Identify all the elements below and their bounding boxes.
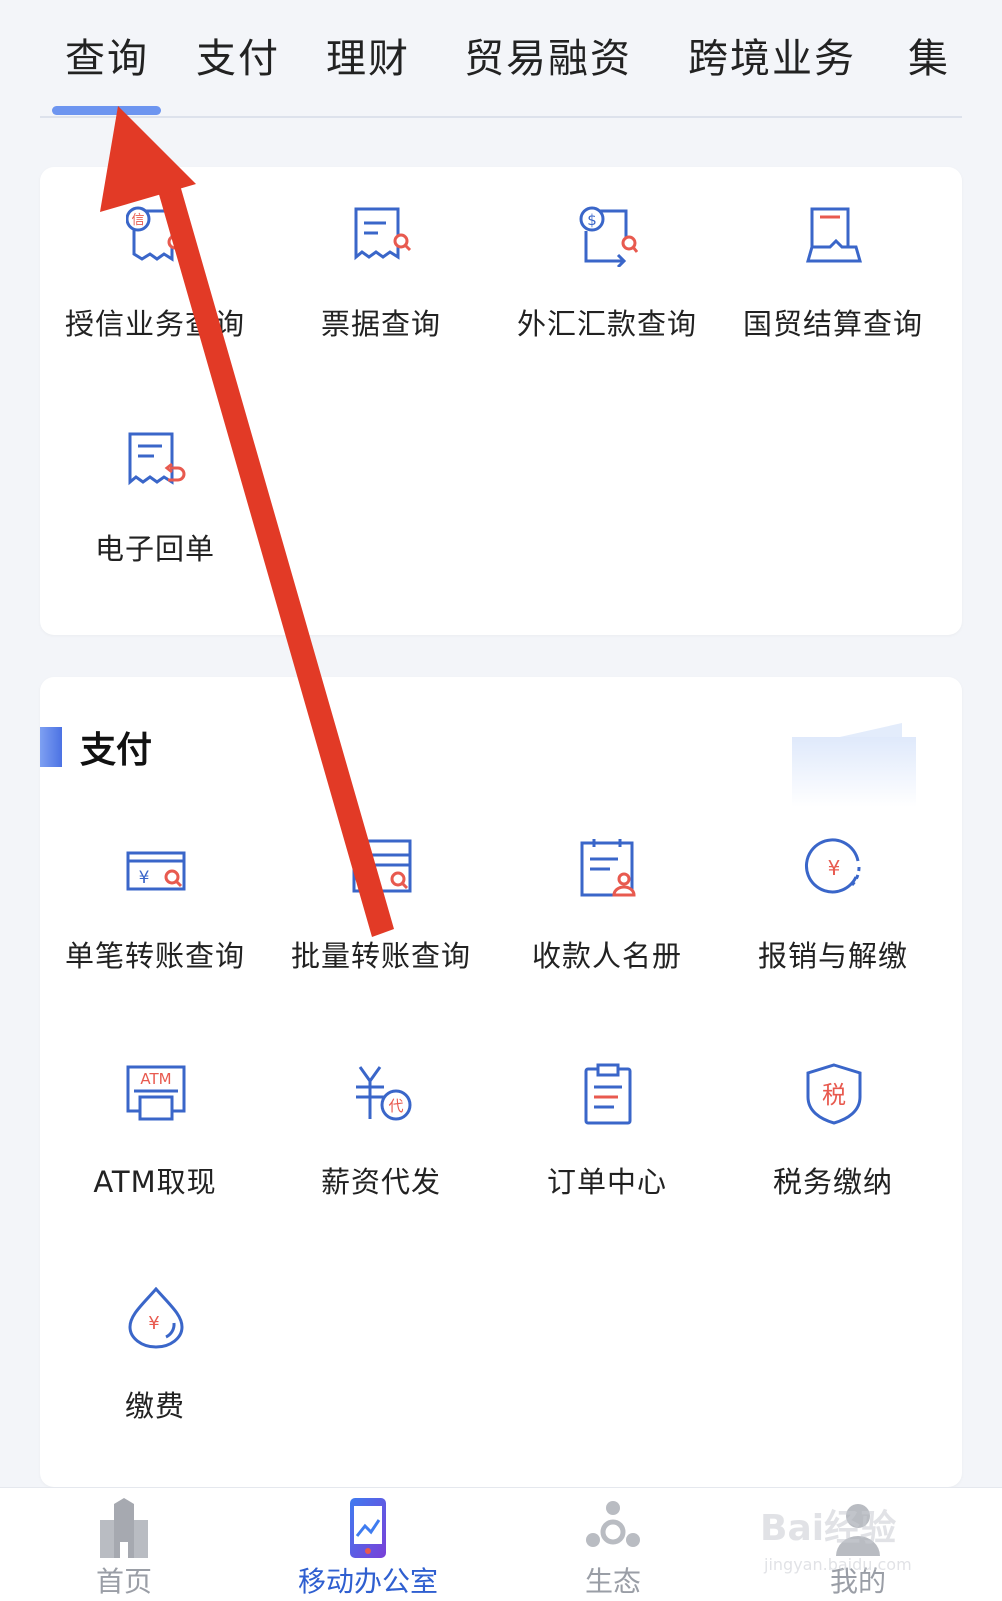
nav-label: 移动办公室 bbox=[297, 1565, 438, 1598]
card-decoration-icon bbox=[792, 723, 916, 807]
tab-payment[interactable]: 支付 bbox=[196, 26, 280, 84]
item-label: 缴费 bbox=[124, 1389, 185, 1423]
order-center-icon bbox=[584, 1063, 632, 1125]
nav-ecosystem[interactable]: 生态 bbox=[523, 1488, 703, 1601]
svg-text:¥: ¥ bbox=[828, 856, 841, 880]
svg-text:¥: ¥ bbox=[148, 1313, 159, 1334]
payroll-icon: 代 bbox=[356, 1066, 412, 1121]
svg-text:$: $ bbox=[587, 211, 597, 229]
svg-text:Bai经验: Bai经验 bbox=[760, 1508, 896, 1549]
tax-icon: 税 bbox=[806, 1063, 862, 1125]
trade-settlement-icon bbox=[806, 207, 862, 263]
item-label: 国贸结算查询 bbox=[742, 307, 923, 341]
query-card: 信 授信业务查询 票据查询 $ 外汇汇款查询 国贸结算查询 电子回单 bbox=[40, 167, 962, 635]
top-tab-bar: 查询 支付 理财 贸易融资 跨境业务 集 bbox=[0, 0, 1002, 118]
nav-home[interactable]: 首页 bbox=[34, 1488, 214, 1601]
item-label: 税务缴纳 bbox=[772, 1165, 893, 1199]
fee-payment-icon: ¥ bbox=[128, 1287, 184, 1349]
nav-label: 首页 bbox=[95, 1565, 152, 1598]
tab-cross-border[interactable]: 跨境业务 bbox=[688, 26, 856, 84]
svg-text:信: 信 bbox=[131, 213, 144, 228]
svg-text:¥: ¥ bbox=[139, 868, 150, 888]
atm-icon: ATM bbox=[126, 1065, 186, 1121]
item-label: 收款人名册 bbox=[531, 939, 682, 973]
baidu-watermark-logo: Bai经验 jingyan.baidu.com bbox=[760, 1508, 912, 1574]
item-label: 授信业务查询 bbox=[64, 307, 245, 341]
active-tab-indicator bbox=[52, 106, 161, 115]
svg-text:ATM: ATM bbox=[140, 1070, 171, 1088]
home-building-icon bbox=[100, 1498, 148, 1558]
payee-list-icon bbox=[580, 839, 636, 897]
section-accent-bar bbox=[40, 727, 62, 767]
ecosystem-icon bbox=[586, 1501, 640, 1547]
item-label: 票据查询 bbox=[320, 307, 441, 341]
item-label: 单笔转账查询 bbox=[64, 939, 245, 973]
e-receipt-icon bbox=[128, 432, 186, 486]
svg-text:代: 代 bbox=[388, 1097, 403, 1115]
nav-label: 生态 bbox=[584, 1565, 641, 1598]
nav-mobile-office[interactable]: 移动办公室 bbox=[278, 1488, 458, 1601]
item-label: 电子回单 bbox=[94, 532, 215, 566]
item-label: ATM取现 bbox=[93, 1165, 217, 1199]
batch-transfer-icon bbox=[352, 839, 412, 893]
forex-remittance-icon: $ bbox=[579, 206, 638, 267]
single-transfer-icon: ¥ bbox=[126, 851, 186, 891]
tab-more-partial[interactable]: 集 bbox=[908, 26, 950, 84]
bill-query-icon bbox=[354, 207, 412, 261]
svg-text:税: 税 bbox=[822, 1081, 846, 1109]
item-label: 薪资代发 bbox=[320, 1165, 441, 1199]
credit-query-icon: 信 bbox=[126, 206, 186, 262]
section-title: 支付 bbox=[80, 730, 153, 771]
item-label: 报销与解缴 bbox=[757, 939, 908, 973]
mobile-office-icon bbox=[350, 1498, 386, 1558]
tab-query[interactable]: 查询 bbox=[65, 26, 149, 84]
tab-divider bbox=[40, 116, 962, 118]
payment-card: 支付 ¥ 单笔转账查询 批量转账查询 收款人名册 ¥ 报销与解缴 ATM ATM… bbox=[40, 677, 962, 1487]
tab-trade-finance[interactable]: 贸易融资 bbox=[464, 26, 632, 84]
svg-text:jingyan.baidu.com: jingyan.baidu.com bbox=[763, 1555, 912, 1574]
tab-wealth[interactable]: 理财 bbox=[326, 26, 410, 84]
item-label: 批量转账查询 bbox=[290, 939, 471, 973]
reimburse-icon: ¥ bbox=[804, 838, 861, 894]
item-label: 外汇汇款查询 bbox=[516, 307, 697, 341]
item-label: 订单中心 bbox=[546, 1165, 667, 1199]
